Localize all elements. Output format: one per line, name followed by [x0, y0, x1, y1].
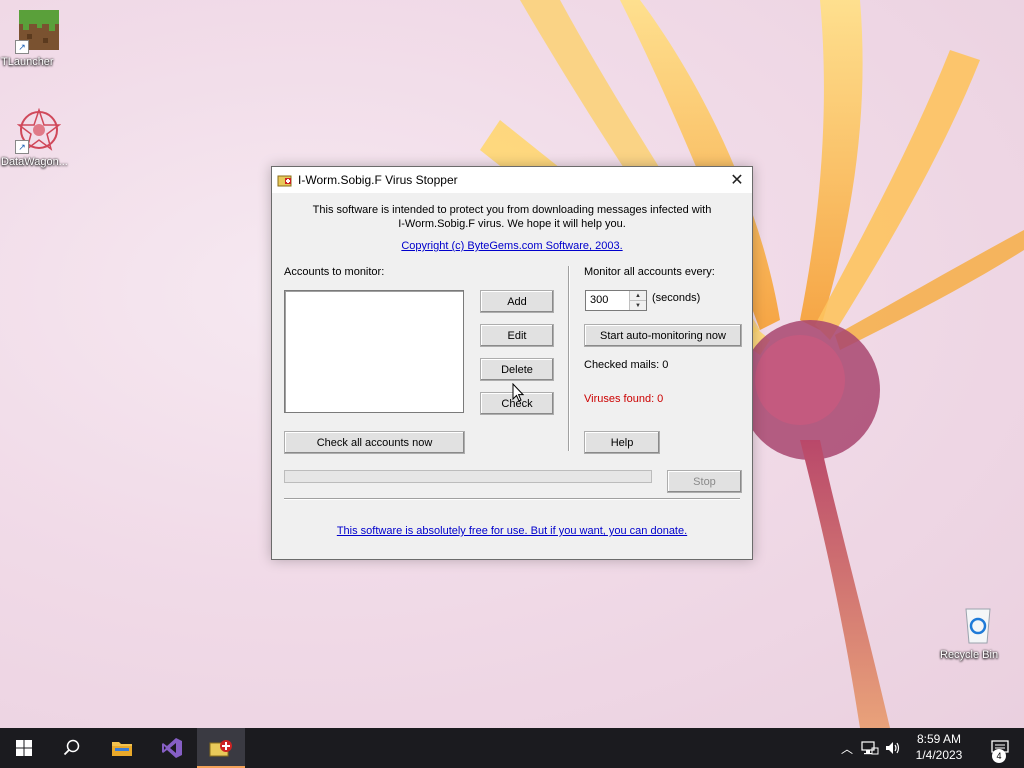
virus-stopper-app-icon — [209, 740, 232, 757]
intro-line-1: This software is intended to protect you… — [312, 204, 712, 216]
checked-mails-label: Checked mails: 0 — [584, 359, 669, 371]
spinner-up-icon[interactable]: ▲ — [630, 291, 646, 301]
close-icon: ✕ — [730, 172, 744, 189]
volume-icon[interactable] — [884, 740, 902, 756]
windows-logo-icon — [16, 740, 32, 756]
search-button[interactable] — [48, 728, 96, 768]
interval-spinner[interactable]: 300 ▲ ▼ — [585, 290, 647, 311]
intro-line-2: I-Worm.Sobig.F virus. We hope it will he… — [398, 218, 626, 230]
vertical-divider — [568, 266, 569, 451]
notification-count-badge: 4 — [992, 749, 1006, 763]
accounts-list[interactable] — [284, 290, 464, 413]
interval-unit-label: (seconds) — [652, 292, 701, 304]
desktop-icon-tlauncher[interactable]: ↗ TLauncher — [1, 8, 77, 68]
accounts-label: Accounts to monitor: — [284, 266, 385, 278]
intro-text: This software is intended to protect you… — [272, 203, 752, 231]
window-title: I-Worm.Sobig.F Virus Stopper — [298, 173, 458, 187]
edit-button[interactable]: Edit — [480, 324, 554, 347]
clock-date: 1/4/2023 — [915, 748, 963, 762]
start-auto-monitoring-button[interactable]: Start auto-monitoring now — [584, 324, 742, 347]
shortcut-arrow-icon: ↗ — [15, 40, 29, 54]
taskbar: ︿ 8:59 AM 1/4/2023 — [0, 728, 1024, 768]
add-button[interactable]: Add — [480, 290, 554, 313]
monitor-interval-label: Monitor all accounts every: — [584, 266, 715, 278]
horizontal-divider — [284, 498, 740, 499]
progress-bar — [284, 470, 652, 483]
show-hidden-icons-chevron-icon[interactable]: ︿ — [838, 740, 856, 757]
taskbar-clock[interactable]: 8:59 AM 1/4/2023 — [906, 731, 972, 763]
network-icon[interactable] — [860, 740, 880, 756]
system-tray: ︿ — [838, 728, 902, 768]
desktop-icon-label: Recycle Bin — [940, 649, 999, 661]
datawagon-star-icon: ↗ — [15, 107, 62, 154]
help-button[interactable]: Help — [584, 431, 660, 454]
desktop-icon-label: TLauncher — [1, 56, 54, 68]
minecraft-grass-block-icon: ↗ — [15, 8, 61, 54]
stop-button[interactable]: Stop — [667, 470, 742, 493]
donate-link[interactable]: This software is absolutely free for use… — [272, 525, 752, 537]
interval-value: 300 — [590, 294, 609, 306]
taskbar-file-explorer[interactable] — [98, 728, 146, 768]
copyright-link[interactable]: Copyright (c) ByteGems.com Software, 200… — [272, 240, 752, 252]
taskbar-virus-stopper[interactable] — [197, 728, 245, 768]
spinner-down-icon[interactable]: ▼ — [630, 301, 646, 310]
taskbar-visual-studio[interactable] — [148, 728, 196, 768]
virus-stopper-window: I-Worm.Sobig.F Virus Stopper ✕ This soft… — [271, 166, 753, 560]
desktop-icon-label: DataWagon... — [1, 156, 68, 168]
app-icon — [277, 175, 292, 187]
delete-button[interactable]: Delete — [480, 358, 554, 381]
folder-icon — [112, 742, 132, 756]
shortcut-arrow-icon: ↗ — [15, 140, 29, 154]
close-button[interactable]: ✕ — [722, 167, 752, 193]
check-all-button[interactable]: Check all accounts now — [284, 431, 465, 454]
visual-studio-icon — [162, 738, 182, 758]
clock-time: 8:59 AM — [916, 732, 962, 746]
title-bar[interactable]: I-Worm.Sobig.F Virus Stopper ✕ — [272, 167, 752, 193]
search-icon — [63, 739, 80, 756]
desktop-icon-datawagon[interactable]: ↗ DataWagon... — [1, 107, 77, 168]
viruses-found-label: Viruses found: 0 — [584, 393, 664, 405]
spinner-arrows: ▲ ▼ — [629, 291, 646, 310]
start-button[interactable] — [0, 728, 48, 768]
mouse-cursor-icon — [512, 383, 524, 402]
recycle-bin-icon — [956, 601, 1000, 645]
desktop-icon-recycle-bin[interactable]: Recycle Bin — [940, 601, 1016, 661]
